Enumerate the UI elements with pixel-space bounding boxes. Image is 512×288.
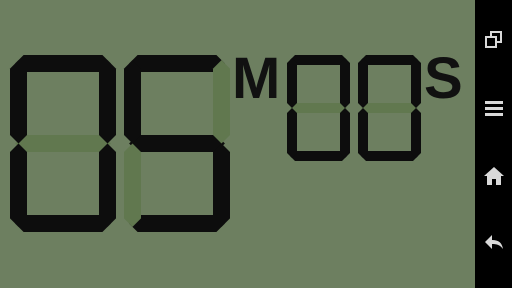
home-icon xyxy=(483,165,505,192)
timer-display: 05 00 M S xyxy=(0,0,475,288)
segment-f xyxy=(287,58,297,108)
segment-f xyxy=(10,60,27,144)
segment-d xyxy=(15,215,111,232)
minutes-digit-1 xyxy=(10,55,116,232)
back-button[interactable] xyxy=(475,226,512,262)
seconds-unit-label: S xyxy=(424,46,463,111)
segment-e xyxy=(10,143,27,227)
segment-a xyxy=(361,55,418,65)
minutes-unit-label: M xyxy=(232,46,281,111)
segment-c xyxy=(411,108,421,158)
segment-a xyxy=(129,55,225,72)
recent-apps-icon xyxy=(483,29,505,56)
segment-c xyxy=(340,108,350,158)
segment-e xyxy=(124,143,141,227)
segment-f xyxy=(124,60,141,144)
minutes-digit-2 xyxy=(124,55,230,232)
segment-e xyxy=(358,108,368,158)
segment-d xyxy=(361,151,418,161)
segment-c xyxy=(213,143,230,227)
segment-g xyxy=(290,103,347,113)
segment-b xyxy=(340,58,350,108)
menu-icon xyxy=(483,97,505,124)
menu-button[interactable] xyxy=(475,92,512,128)
segment-g xyxy=(15,135,111,152)
segment-b xyxy=(411,58,421,108)
back-icon xyxy=(483,231,505,258)
home-button[interactable] xyxy=(475,160,512,196)
segment-g xyxy=(129,135,225,152)
android-navbar xyxy=(475,0,512,288)
segment-d xyxy=(129,215,225,232)
segment-b xyxy=(213,60,230,144)
seconds-digit-1 xyxy=(287,55,350,161)
segment-g xyxy=(361,103,418,113)
recent-apps-button[interactable] xyxy=(475,24,512,60)
segment-d xyxy=(290,151,347,161)
segment-c xyxy=(99,143,116,227)
segment-e xyxy=(287,108,297,158)
lcd-panel xyxy=(10,55,421,232)
segment-a xyxy=(15,55,111,72)
segment-f xyxy=(358,58,368,108)
segment-a xyxy=(290,55,347,65)
segment-b xyxy=(99,60,116,144)
seconds-digit-2 xyxy=(358,55,421,161)
